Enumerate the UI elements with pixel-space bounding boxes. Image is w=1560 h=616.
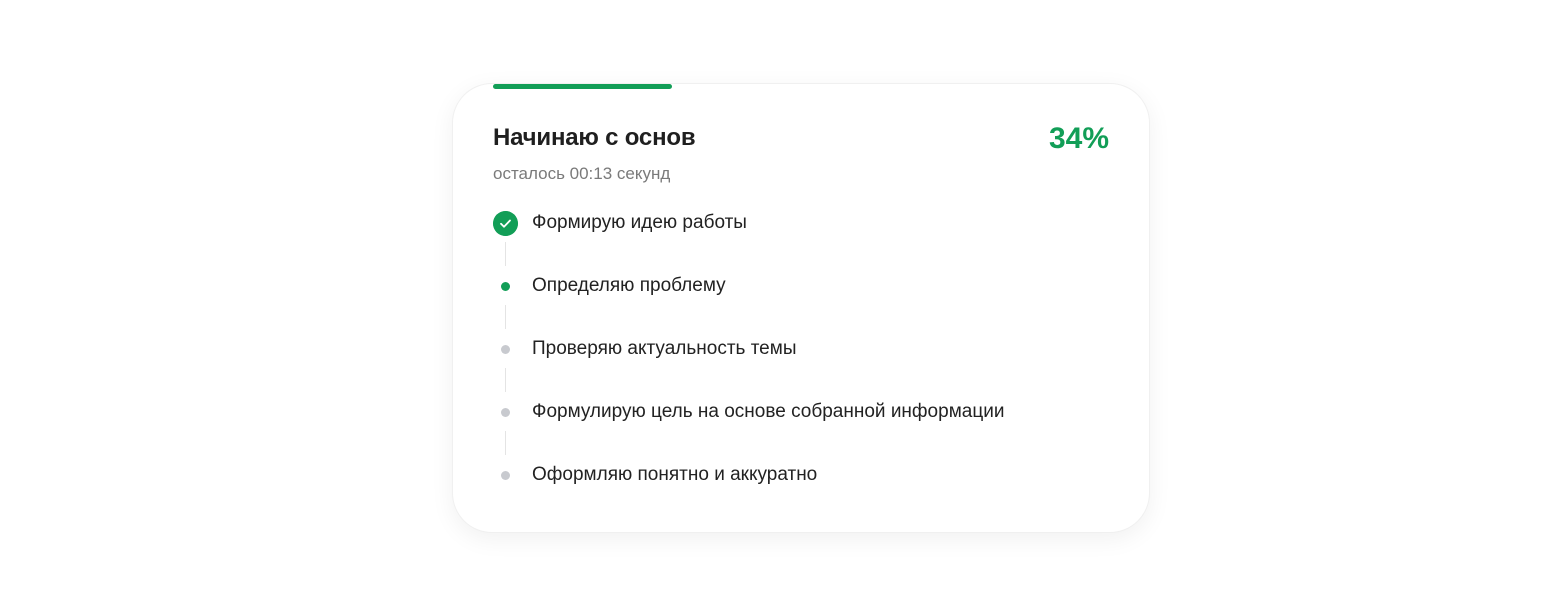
step-item-5: Оформляю понятно и аккуратно xyxy=(493,460,1113,523)
pending-dot-icon xyxy=(501,471,510,480)
steps-list: Формирую идею работы Определяю проблему … xyxy=(493,208,1113,523)
step-connector xyxy=(505,431,506,455)
check-icon xyxy=(493,211,518,236)
step-item-3: Проверяю актуальность темы xyxy=(493,334,1113,397)
step-status-done xyxy=(493,211,518,236)
step-status-active xyxy=(493,274,518,299)
step-item-4: Формулирую цель на основе собранной инфо… xyxy=(493,397,1113,460)
page: Начинаю с основ 34% осталось 00:13 секун… xyxy=(0,0,1560,616)
progress-bar xyxy=(493,84,1110,89)
step-status-pending xyxy=(493,337,518,362)
step-connector xyxy=(505,368,506,392)
step-label: Оформляю понятно и аккуратно xyxy=(532,464,818,485)
active-dot-icon xyxy=(501,282,510,291)
step-label: Формирую идею работы xyxy=(532,212,747,233)
step-item-1: Формирую идею работы xyxy=(493,208,1113,271)
step-status-pending xyxy=(493,400,518,425)
time-remaining: осталось 00:13 секунд xyxy=(493,164,671,183)
step-label: Определяю проблему xyxy=(532,275,726,296)
progress-card: Начинаю с основ 34% осталось 00:13 секун… xyxy=(452,83,1150,533)
progress-percent: 34% xyxy=(1048,122,1109,155)
pending-dot-icon xyxy=(501,345,510,354)
pending-dot-icon xyxy=(501,408,510,417)
step-label: Формулирую цель на основе собранной инфо… xyxy=(532,401,1005,422)
step-label: Проверяю актуальность темы xyxy=(532,338,797,359)
card-title: Начинаю с основ xyxy=(493,124,696,151)
progress-bar-fill xyxy=(493,84,672,89)
step-item-2: Определяю проблему xyxy=(493,271,1113,334)
step-connector xyxy=(505,305,506,329)
step-status-pending xyxy=(493,463,518,488)
step-connector xyxy=(505,242,506,266)
